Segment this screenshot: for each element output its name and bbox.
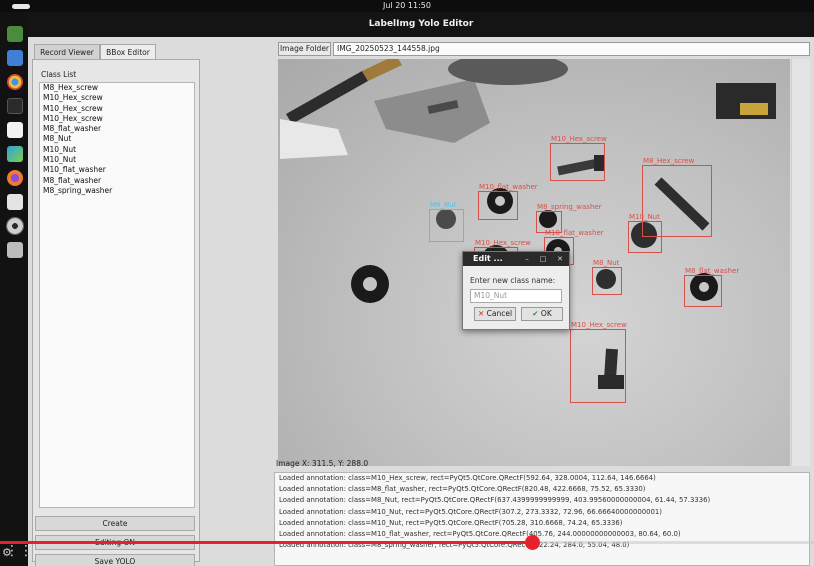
paper-sheet <box>280 119 348 159</box>
bbox-label: M10_flat_washer <box>545 229 604 237</box>
bbox-label: M8_Nut <box>593 259 620 267</box>
list-item[interactable]: M10_flat_washer <box>40 165 194 175</box>
disc-icon[interactable] <box>6 217 24 235</box>
close-icon[interactable]: ✕ <box>556 255 564 263</box>
tab-record-viewer[interactable]: Record Viewer <box>34 44 100 59</box>
create-button[interactable]: Create <box>35 516 195 531</box>
log-line: Loaded annotation: class=M10_Hex_screw, … <box>279 474 656 482</box>
bbox[interactable]: M10_flat_washer <box>478 183 538 220</box>
annotation-log[interactable]: Loaded annotation: class=M10_Hex_screw, … <box>274 472 810 566</box>
bbox-label: M8_spring_washer <box>537 203 602 211</box>
log-line: Loaded annotation: class=M10_Nut, rect=P… <box>279 507 662 516</box>
filename-field[interactable]: IMG_20250523_144558.jpg <box>333 42 810 56</box>
washer-hole <box>363 277 377 291</box>
list-item[interactable]: M8_flat_washer <box>40 176 194 186</box>
chrome-icon[interactable] <box>7 74 23 90</box>
editor-icon[interactable] <box>7 122 23 138</box>
minimize-icon[interactable]: – <box>523 255 531 263</box>
list-item[interactable]: M8_Hex_screw <box>40 83 194 93</box>
list-item[interactable]: M10_Nut <box>40 145 194 155</box>
list-item[interactable]: M10_Hex_screw <box>40 93 194 103</box>
window-title: LabelImg Yolo Editor <box>28 12 814 37</box>
bbox[interactable]: M8_Nut <box>429 201 464 242</box>
video-progress-fill <box>0 541 532 544</box>
bbox-label: M8_flat_washer <box>685 267 740 275</box>
terminal-icon[interactable] <box>7 98 23 114</box>
bbox[interactable]: M8_Nut <box>592 259 622 295</box>
pen-shape <box>286 71 368 124</box>
dialog-prompt: Enter new class name: <box>470 276 556 285</box>
bbox-label: M8_Hex_screw <box>643 157 695 165</box>
dialog-title: Edit ... <box>463 252 569 266</box>
canvas-scrollbar[interactable] <box>791 59 810 466</box>
cancel-icon: ✕ <box>477 309 485 318</box>
image-folder-button[interactable]: Image Folder <box>278 42 331 56</box>
store-icon[interactable] <box>7 50 23 66</box>
bbox[interactable]: M8_flat_washer <box>684 267 739 307</box>
dock: ⋮⋮ <box>0 12 33 566</box>
image-coordinates: Image X: 311.5, Y: 288.0 <box>276 459 369 468</box>
tab-bbox-editor[interactable]: BBox Editor <box>100 44 156 59</box>
files-icon[interactable] <box>7 26 23 42</box>
log-line: Loaded annotation: class=M8_flat_washer,… <box>279 485 646 494</box>
device-label <box>740 103 768 115</box>
bbox-label: M10_Hex_screw <box>475 239 531 247</box>
bbox[interactable]: M10_Hex_screw <box>550 135 607 181</box>
list-item[interactable]: M8_flat_washer <box>40 124 194 134</box>
log-line: Loaded annotation: class=M8_Nut, rect=Py… <box>279 496 711 505</box>
bbox-label: M8_Nut <box>430 201 457 209</box>
list-item[interactable]: M8_spring_washer <box>40 186 194 196</box>
bbox[interactable]: M10_Hex_screw <box>570 321 627 403</box>
drive-icon[interactable] <box>7 242 23 258</box>
log-line: Loaded annotation: class=M10_Nut, rect=P… <box>279 518 623 527</box>
list-item[interactable]: M10_Nut <box>40 155 194 165</box>
bbox-editor-panel: Class List M8_Hex_screw M10_Hex_screw M1… <box>32 59 200 566</box>
video-progress-bar[interactable] <box>0 535 814 550</box>
image-viewer-icon[interactable] <box>7 146 23 162</box>
left-panel: Record Viewer BBox Editor Class List M8_… <box>32 44 200 566</box>
clock[interactable]: Jul 20 11:50 <box>0 1 814 10</box>
bbox-label: M10_Nut <box>629 213 660 221</box>
firefox-icon[interactable] <box>7 170 23 186</box>
list-item[interactable]: M10_Hex_screw <box>40 114 194 124</box>
save-yolo-button[interactable]: Save YOLO <box>35 554 195 566</box>
bbox-label: M10_Hex_screw <box>571 321 627 329</box>
log-line: Loaded annotation: class=M10_flat_washer… <box>279 529 681 538</box>
cancel-label: Cancel <box>486 309 513 318</box>
labelimg-icon[interactable] <box>7 194 23 210</box>
class-list[interactable]: M8_Hex_screw M10_Hex_screw M10_Hex_screw… <box>39 82 195 508</box>
edit-class-dialog: Edit ... – □ ✕ Enter new class name: M10… <box>462 251 570 330</box>
ok-icon: ✔ <box>532 309 539 318</box>
class-name-input[interactable]: M10_Nut <box>470 289 562 303</box>
bbox-label: M10_flat_washer <box>479 183 538 191</box>
bbox[interactable]: M10_Nut <box>628 213 662 253</box>
app-window: LabelImg Yolo Editor Record Viewer BBox … <box>28 12 814 566</box>
top-bar: Jul 20 11:50 <box>0 0 814 12</box>
settings-gear-icon[interactable]: ⚙ <box>2 547 14 559</box>
bbox-label: M10_Hex_screw <box>551 135 607 143</box>
ok-label: OK <box>540 309 552 318</box>
maximize-icon[interactable]: □ <box>539 255 547 263</box>
list-item[interactable]: M10_Hex_screw <box>40 104 194 114</box>
list-item[interactable]: M8_Nut <box>40 134 194 144</box>
cancel-button[interactable]: ✕ Cancel <box>474 307 516 321</box>
ok-button[interactable]: ✔ OK <box>521 307 563 321</box>
video-scrubber-handle[interactable] <box>524 535 540 550</box>
class-list-label: Class List <box>41 70 77 79</box>
pen-tip-shape <box>362 59 402 81</box>
